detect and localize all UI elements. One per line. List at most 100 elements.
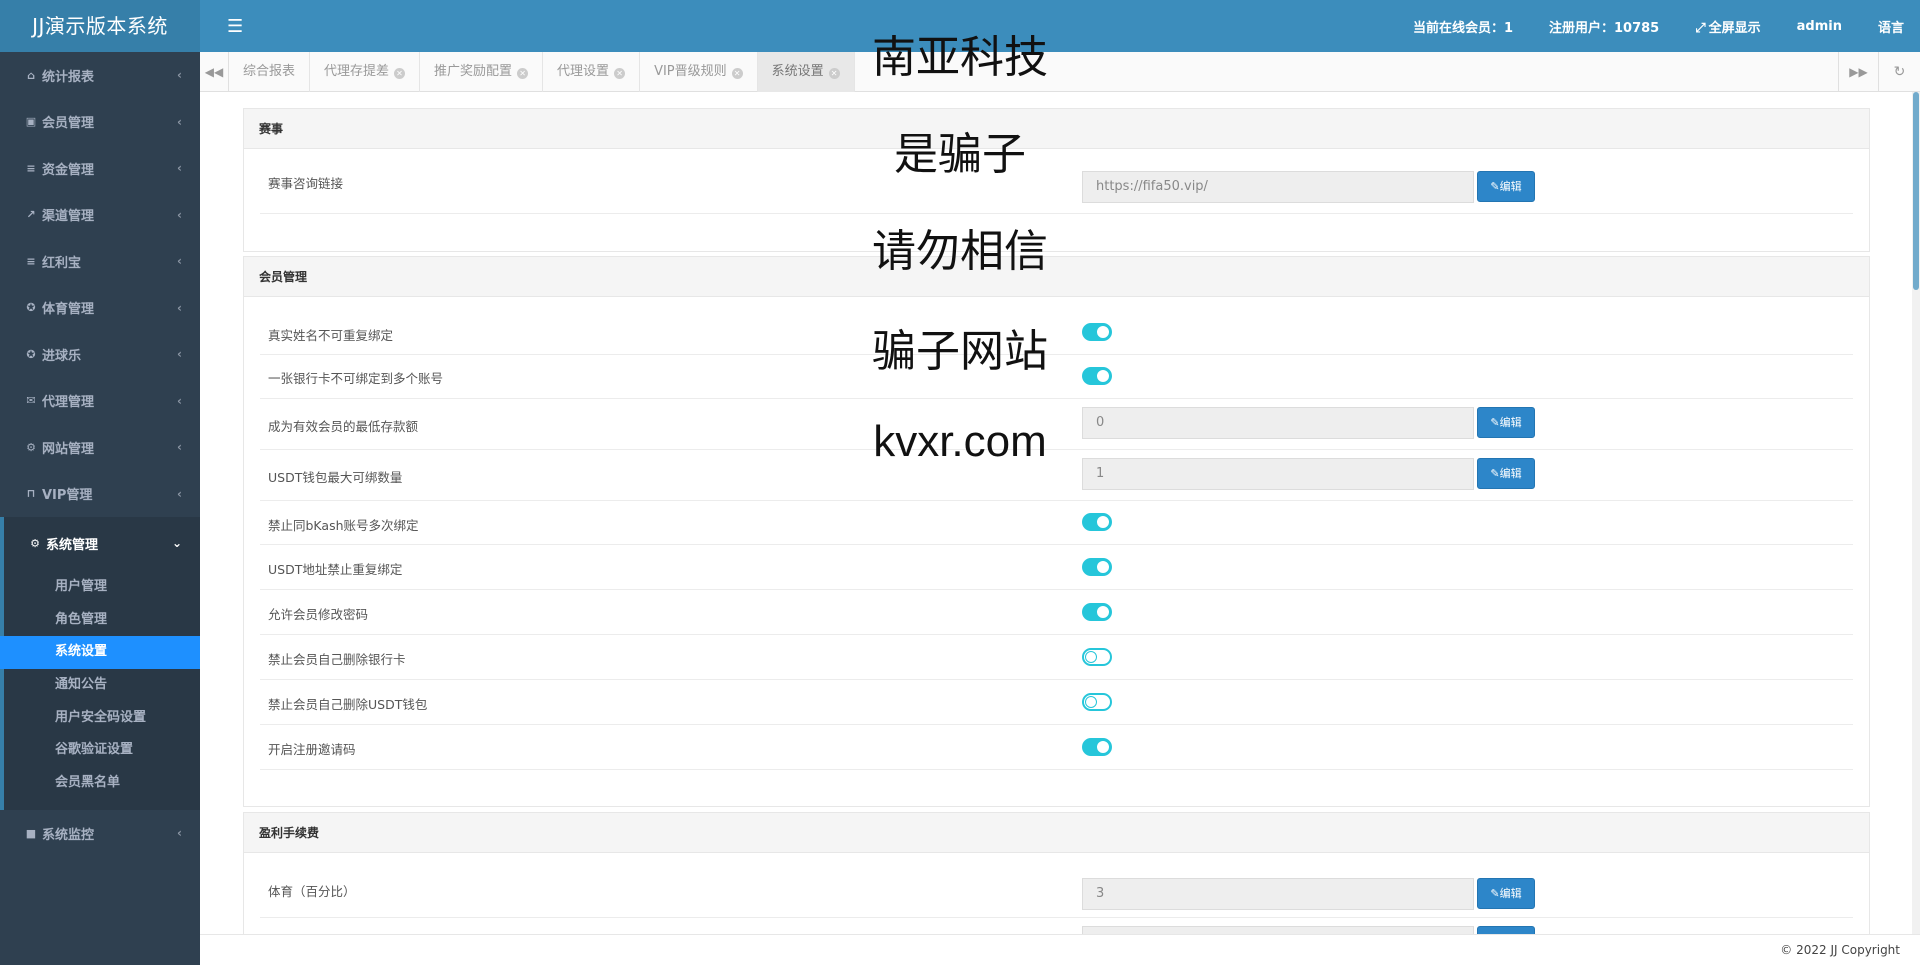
usdt-max-field[interactable]: 1 (1082, 458, 1474, 490)
sidebar-item-goals[interactable]: ✪ 进球乐 ‹ (0, 331, 200, 378)
sidebar-item-label: 网站管理 (42, 441, 95, 457)
toggle-knob (1097, 741, 1109, 753)
hamburger-menu-icon[interactable]: ☰ (227, 16, 243, 37)
system-submenu: 用户管理 角色管理 系统设置 通知公告 用户安全码设置 谷歌验证设置 会员黑名单 (0, 569, 200, 810)
edit-button[interactable] (1477, 926, 1535, 934)
sidebar-item-channels[interactable]: ↗ 渠道管理 ‹ (0, 192, 200, 239)
close-icon[interactable]: ✕ (394, 68, 406, 79)
tab-bar: ◀◀ 综合报表 代理存提差 ✕ 推广奖励配置 ✕ 代理设置 ✕ VIP晋级规则 ✕ 系统… (200, 52, 1920, 92)
edit-icon: ✎ (1490, 180, 1500, 193)
soccer-ball-icon: ✪ (26, 301, 36, 315)
tab-vip-rules[interactable]: VIP晋级规则 ✕ (640, 52, 758, 92)
sidebar-item-label: 进球乐 (42, 348, 82, 364)
setting-row: 开启注册邀请码 (260, 725, 1853, 770)
chevron-left-icon: ‹ (177, 161, 182, 176)
tab-label: 代理存提差 (324, 64, 390, 79)
sidebar-item-agents[interactable]: ✉ 代理管理 ‹ (0, 378, 200, 425)
setting-label: 禁止同bKash账号多次绑定 (268, 518, 419, 533)
edit-button-label: 编辑 (1499, 467, 1522, 480)
fullscreen-label: 全屏显示 (1708, 20, 1761, 36)
fullscreen-button[interactable]: ⤢ 全屏显示 (1695, 17, 1760, 36)
close-icon[interactable]: ✕ (731, 68, 743, 79)
tab-agent-settings[interactable]: 代理设置 ✕ (543, 52, 641, 92)
edit-button[interactable]: ✎编辑 (1477, 171, 1535, 202)
edit-button-label: 编辑 (1499, 416, 1522, 429)
sidebar-item-label: 系统监控 (42, 827, 95, 843)
sidebar-item-system[interactable]: ⚙ 系统管理 ⌄ (0, 517, 200, 569)
setting-label: 一张银行卡不可绑定到多个账号 (268, 371, 444, 386)
setting-row: 允许会员修改密码 (260, 590, 1853, 635)
scroll-thumb[interactable] (1913, 92, 1919, 290)
sidebar-item-vip[interactable]: ⊓ VIP管理 ‹ (0, 471, 200, 518)
usdt-address-unique-toggle[interactable] (1082, 558, 1112, 576)
sidebar-item-website[interactable]: ⚙ 网站管理 ‹ (0, 424, 200, 471)
tab-label: 综合报表 (243, 64, 296, 79)
sports-fee-field[interactable]: 3 (1082, 878, 1474, 910)
sidebar: JJ演示版本系统 ⌂ 统计报表 ‹ ▣ 会员管理 ‹ ≡ 资金管理 ‹ ↗ 渠道管理 ‹ ≡ 红利… (0, 0, 200, 965)
watermark-text: 南亚科技 (872, 32, 1048, 83)
user-menu[interactable]: admin (1797, 19, 1842, 34)
setting-label: 赛事咨询链接 (268, 176, 344, 191)
sidebar-item-label: 渠道管理 (42, 209, 95, 225)
edit-button[interactable]: ✎编辑 (1477, 878, 1535, 909)
sidebar-item-members[interactable]: ▣ 会员管理 ‹ (0, 99, 200, 146)
fee-field[interactable] (1082, 926, 1474, 934)
toggle-knob (1085, 651, 1097, 663)
event-link-field[interactable]: https://fifa50.vip/ (1082, 171, 1474, 203)
tabs: 综合报表 代理存提差 ✕ 推广奖励配置 ✕ 代理设置 ✕ VIP晋级规则 ✕ 系统设置 ✕ (229, 52, 855, 92)
chevron-left-icon: ‹ (177, 486, 182, 501)
brand-title[interactable]: JJ演示版本系统 (0, 0, 200, 52)
language-menu[interactable]: 语言 (1878, 17, 1904, 36)
submenu-item-blacklist[interactable]: 会员黑名单 (4, 767, 200, 800)
tab-system-settings[interactable]: 系统设置 ✕ (757, 52, 855, 92)
edit-button[interactable]: ✎编辑 (1477, 458, 1535, 489)
setting-label: 禁止会员自己删除银行卡 (268, 652, 406, 667)
sidebar-item-label: VIP管理 (42, 488, 93, 504)
forbid-delete-usdt-toggle[interactable] (1082, 693, 1112, 711)
scrollbar[interactable] (1912, 92, 1920, 934)
submenu-item-google-auth[interactable]: 谷歌验证设置 (4, 734, 200, 767)
chevron-left-icon: ‹ (177, 347, 182, 362)
submenu-item-settings[interactable]: 系统设置 (0, 636, 200, 670)
sidebar-item-bonus[interactable]: ≡ 红利宝 ‹ (0, 238, 200, 285)
invite-code-toggle[interactable] (1082, 738, 1112, 756)
tabs-scroll-left-icon[interactable]: ◀◀ (200, 52, 229, 92)
close-icon[interactable]: ✕ (517, 68, 529, 79)
sidebar-item-monitor[interactable]: ■ 系统监控 ‹ (0, 810, 200, 857)
setting-row: 禁止会员自己删除USDT钱包 (260, 680, 1853, 725)
forbid-delete-bankcard-toggle[interactable] (1082, 648, 1112, 666)
submenu-item-security-code[interactable]: 用户安全码设置 (4, 702, 200, 735)
bkash-unique-toggle[interactable] (1082, 513, 1112, 531)
setting-label: 体育（百分比） (268, 884, 356, 899)
sidebar-item-label: 统计报表 (42, 69, 95, 85)
setting-label: 成为有效会员的最低存款额 (268, 419, 419, 434)
allow-password-change-toggle[interactable] (1082, 603, 1112, 621)
refresh-icon[interactable]: ↻ (1878, 52, 1920, 92)
toggle-knob (1097, 516, 1109, 528)
sidebar-item-label: 代理管理 (42, 395, 95, 411)
sidebar-item-label: 体育管理 (42, 302, 95, 318)
tab-report[interactable]: 综合报表 (229, 52, 311, 92)
submenu-item-roles[interactable]: 角色管理 (4, 604, 200, 637)
sidebar-item-stats[interactable]: ⌂ 统计报表 ‹ (0, 52, 200, 99)
edit-button[interactable]: ✎编辑 (1477, 407, 1535, 438)
toggle-knob (1097, 561, 1109, 573)
lock-icon: ⊓ (26, 487, 36, 501)
close-icon[interactable]: ✕ (614, 68, 626, 79)
close-icon[interactable]: ✕ (828, 68, 840, 79)
submenu-item-users[interactable]: 用户管理 (4, 571, 200, 604)
edit-icon: ✎ (1490, 887, 1500, 900)
sidebar-item-sports[interactable]: ✪ 体育管理 ‹ (0, 285, 200, 332)
setting-label: 允许会员修改密码 (268, 607, 369, 622)
bankcard-unique-toggle[interactable] (1082, 367, 1112, 385)
sidebar-item-funds[interactable]: ≡ 资金管理 ‹ (0, 145, 200, 192)
tab-agent-deposit[interactable]: 代理存提差 ✕ (310, 52, 421, 92)
database-icon: ≡ (26, 161, 36, 175)
min-deposit-field[interactable]: 0 (1082, 407, 1474, 439)
realname-unique-toggle[interactable] (1082, 323, 1112, 341)
tab-label: 推广奖励配置 (434, 64, 513, 79)
submenu-item-notices[interactable]: 通知公告 (4, 669, 200, 702)
tabs-scroll-right-icon[interactable]: ▶▶ (1838, 52, 1878, 92)
setting-row (260, 918, 1853, 934)
tab-promo-reward[interactable]: 推广奖励配置 ✕ (420, 52, 544, 92)
